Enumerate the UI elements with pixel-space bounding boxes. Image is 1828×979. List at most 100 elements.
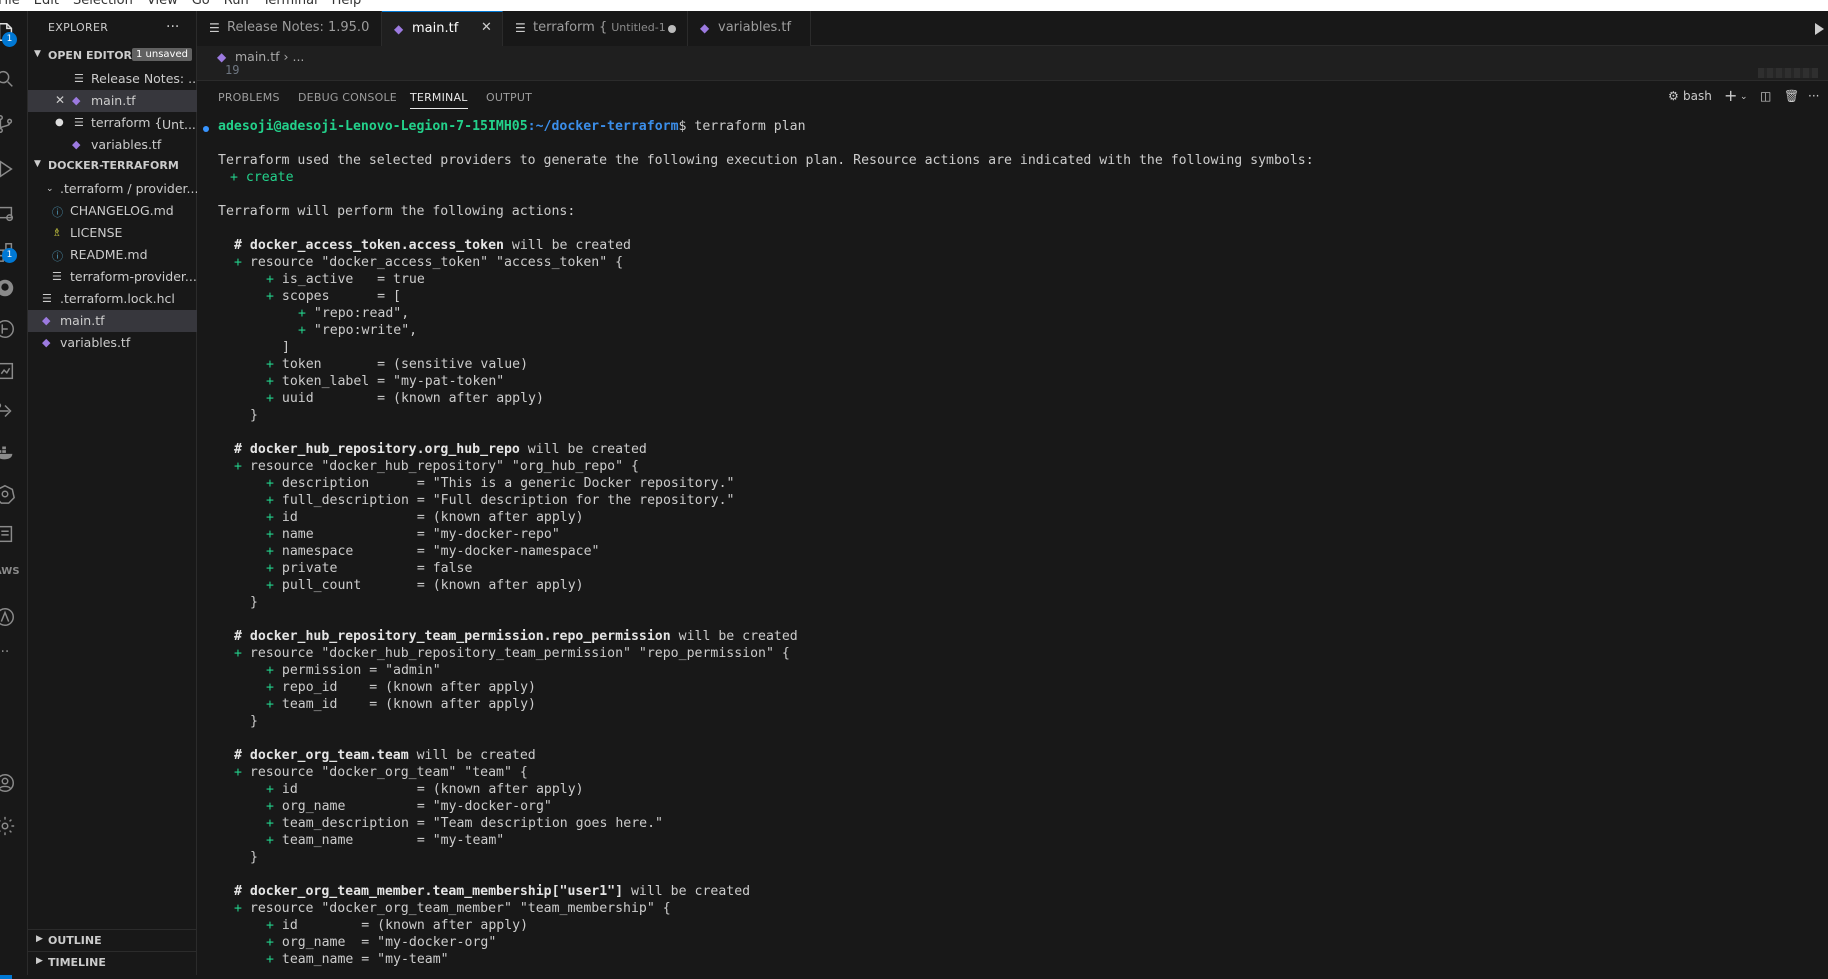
menu-terminal[interactable]: Terminal [263, 0, 318, 8]
terminal-line: + pull_count = (known after apply) [266, 578, 584, 593]
close-icon[interactable]: ✕ [55, 93, 65, 107]
outline-label: OUTLINE [48, 934, 102, 947]
chevron-down-icon[interactable]: ⌄ [1740, 92, 1748, 102]
unsaved-dot-icon[interactable] [668, 25, 676, 33]
breadcrumb-file[interactable]: main.tf [235, 49, 280, 64]
tree-item-main-tf[interactable]: ◆ main.tf [28, 310, 197, 332]
timeline-section[interactable]: ▶ TIMELINE [28, 951, 197, 973]
tab-terminal[interactable]: TERMINAL [410, 91, 468, 109]
bottom-panel: PROBLEMS DEBUG CONSOLE TERMINAL OUTPUT ⚙… [197, 80, 1828, 979]
activity-bar: 1 1 WS ·· [0, 11, 28, 979]
tab-main-tf[interactable]: ◆ main.tf ✕ [382, 11, 503, 46]
prompt-user: adesoji@adesoji-Lenovo-Legion-7-15IMH05 [218, 119, 528, 134]
info-icon: ⓘ [52, 250, 63, 263]
chevron-down-icon: ▼ [34, 159, 41, 169]
tree-item-changelog[interactable]: ⓘ CHANGELOG.md [28, 200, 197, 222]
terminal-shell-label[interactable]: bash [1683, 89, 1712, 103]
tab-label: variables.tf [718, 20, 792, 35]
remote-indicator[interactable] [0, 975, 12, 979]
new-terminal-icon[interactable]: + [1724, 86, 1737, 105]
terminal-line: + id = (known after apply) [266, 782, 584, 797]
run-debug-icon[interactable] [0, 154, 28, 182]
tree-item-license[interactable]: ♗ LICENSE [28, 222, 197, 244]
tab-debug-console[interactable]: DEBUG CONSOLE [298, 91, 397, 104]
tab-label: terraform { [533, 20, 608, 35]
tab-sub: Untitled-1 [611, 21, 666, 34]
notebook-icon[interactable] [0, 519, 28, 547]
open-editor-label: Release Notes: ... [91, 71, 197, 86]
prompt-path: :~/docker-terraform [527, 119, 679, 134]
terminal-line: } [250, 408, 258, 423]
tree-item-lock-hcl[interactable]: ☰ .terraform.lock.hcl [28, 288, 197, 310]
tab-variables-tf[interactable]: ◆ variables.tf [688, 11, 811, 46]
open-editor-release-notes[interactable]: ☰ Release Notes: ... [28, 68, 197, 90]
close-icon[interactable]: ✕ [481, 20, 492, 35]
tree-item-terraform-dir[interactable]: ⌄ .terraform / provider... [28, 178, 197, 200]
tab-release-notes[interactable]: ☰ Release Notes: 1.95.0 [197, 11, 382, 46]
settings-gear-icon[interactable] [0, 811, 28, 839]
terminal-line: + resource "docker_hub_repository_team_p… [234, 646, 790, 661]
timeline-label: TIMELINE [48, 956, 106, 969]
minimap[interactable] [1758, 68, 1818, 78]
open-editor-untitled[interactable]: ● ☰ terraform { Unt... [28, 112, 197, 134]
terminal-line: + "repo:write", [298, 323, 418, 338]
menu-file[interactable]: File [0, 0, 20, 8]
more-icon[interactable]: ··· [0, 641, 28, 669]
open-editor-variables-tf[interactable]: ◆ variables.tf [28, 134, 197, 156]
terminal-line: ] [282, 340, 290, 355]
terminal-line: + token_label = "my-pat-token" [266, 374, 505, 389]
github-icon[interactable] [0, 273, 28, 301]
terraform-file-icon: ◆ [700, 21, 710, 35]
terraform-file-icon: ◆ [72, 94, 81, 107]
remote-explorer-icon[interactable] [0, 199, 28, 227]
terraform-file-icon: ◆ [42, 336, 51, 349]
menu-help[interactable]: Help [332, 0, 362, 8]
folder-header[interactable]: ▼ DOCKER-TERRAFORM [28, 156, 197, 176]
live-share-icon[interactable] [0, 396, 28, 424]
run-icon[interactable] [1815, 23, 1824, 35]
more-actions-icon[interactable]: ··· [1808, 89, 1819, 103]
terminal-line: + team_name = "my-team" [266, 952, 449, 967]
docker-icon[interactable] [0, 437, 28, 465]
open-editor-main-tf[interactable]: ✕ ◆ main.tf [28, 90, 197, 112]
menu-edit[interactable]: Edit [34, 0, 59, 8]
menu-view[interactable]: View [147, 0, 178, 8]
aws-icon[interactable]: AWS [0, 559, 28, 587]
source-control-icon[interactable] [0, 109, 28, 137]
explorer-more-icon[interactable]: ··· [166, 19, 179, 35]
terminal-line: } [250, 850, 258, 865]
menu-run[interactable]: Run [224, 0, 249, 8]
ansible-icon[interactable] [0, 602, 28, 630]
terminal-output[interactable]: adesoji@adesoji-Lenovo-Legion-7-15IMH05:… [197, 117, 1828, 979]
aws-label: AWS [0, 566, 20, 577]
terminal-line: + team_description = "Team description g… [266, 816, 663, 831]
tab-untitled[interactable]: ☰ terraform {Untitled-1 [503, 11, 688, 46]
git-graph-icon[interactable] [0, 314, 28, 342]
tree-item-terraform-provider[interactable]: ☰ terraform-provider... [28, 266, 197, 288]
terminal-line: + team_name = "my-team" [266, 833, 505, 848]
terminal-prompt: adesoji@adesoji-Lenovo-Legion-7-15IMH05:… [218, 118, 806, 135]
tab-output[interactable]: OUTPUT [486, 91, 532, 104]
terminal-line: + name = "my-docker-repo" [266, 527, 560, 542]
open-editor-sub: Unt... [162, 117, 196, 132]
search-icon[interactable] [0, 64, 28, 92]
terminal-line: # docker_hub_repository_team_permission.… [234, 629, 798, 644]
terminal-line: + org_name = "my-docker-org" [266, 935, 497, 950]
account-icon[interactable] [0, 768, 28, 796]
kubernetes-icon[interactable] [0, 479, 28, 507]
preview-icon: ☰ [209, 21, 220, 35]
open-editors-header[interactable]: ▼ OPEN EDITORS 1 unsaved [28, 46, 197, 66]
tab-problems[interactable]: PROBLEMS [218, 91, 280, 104]
testing-icon[interactable] [0, 356, 28, 384]
terminal-line: + resource "docker_access_token" "access… [234, 255, 624, 270]
menu-go[interactable]: Go [192, 0, 210, 8]
menu-selection[interactable]: Selection [73, 0, 133, 8]
split-terminal-icon[interactable]: ◫ [1760, 89, 1771, 103]
breadcrumb-rest[interactable]: › ... [284, 49, 305, 64]
outline-section[interactable]: ▶ OUTLINE [28, 929, 197, 951]
tree-item-readme[interactable]: ⓘ README.md [28, 244, 197, 266]
tree-item-variables-tf[interactable]: ◆ variables.tf [28, 332, 197, 354]
text-file-icon: ☰ [74, 116, 84, 129]
chevron-right-icon: ▶ [36, 934, 43, 944]
trash-icon[interactable]: 🗑 [1784, 89, 1799, 103]
